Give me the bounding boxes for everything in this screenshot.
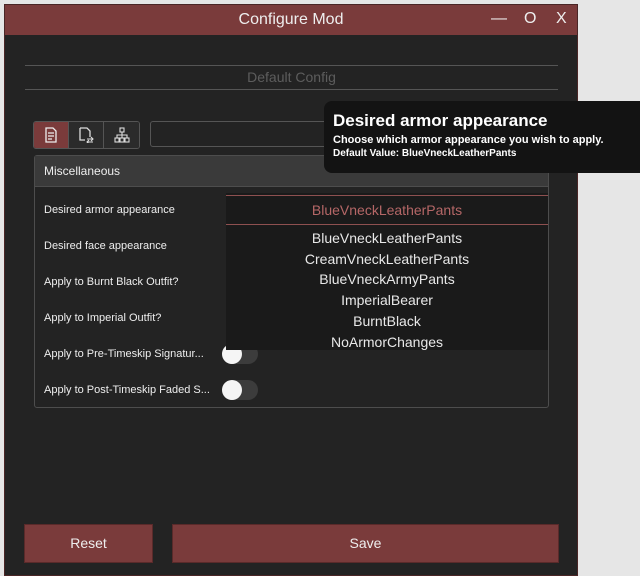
configure-mod-window: Configure Mod — O X Default Config Misce… [4, 4, 578, 576]
hierarchy-button[interactable] [104, 122, 139, 148]
title-bar[interactable]: Configure Mod — O X [5, 5, 577, 35]
row-label-post-timeskip: Apply to Post-Timeskip Faded S... [44, 384, 210, 396]
page-view-button[interactable] [34, 122, 69, 148]
section-divider-bottom [25, 89, 558, 90]
row-label-burnt-black: Apply to Burnt Black Outfit? [44, 276, 179, 288]
dropdown-selected-value[interactable]: BlueVneckLeatherPants [226, 195, 548, 225]
toggle-knob [222, 380, 242, 400]
tooltip-title: Desired armor appearance [333, 111, 548, 130]
hierarchy-icon [113, 127, 130, 143]
maximize-button[interactable]: O [524, 10, 536, 28]
dropdown-option[interactable]: CreamVneckLeatherPants [226, 249, 548, 270]
row-label-armor: Desired armor appearance [44, 204, 175, 216]
dropdown-option[interactable]: ImperialBearer [226, 290, 548, 311]
row-label-face: Desired face appearance [44, 240, 167, 252]
dropdown-option[interactable]: NoArmorChanges [226, 332, 548, 353]
tooltip-default-value: Default Value: BlueVneckLeatherPants [333, 148, 517, 159]
armor-appearance-dropdown[interactable]: BlueVneckLeatherPants BlueVneckLeatherPa… [226, 193, 548, 350]
minimize-button[interactable]: — [491, 10, 507, 28]
toggle-post-timeskip[interactable] [222, 380, 258, 400]
toolbar [33, 121, 140, 149]
section-title: Default Config [247, 69, 336, 85]
page-arrows-icon [79, 127, 94, 143]
dropdown-option[interactable]: BlueVneckArmyPants [226, 269, 548, 290]
page-icon [45, 127, 57, 143]
close-button[interactable]: X [556, 10, 567, 28]
row-label-pre-timeskip: Apply to Pre-Timeskip Signatur... [44, 348, 204, 360]
save-button[interactable]: Save [172, 524, 559, 563]
import-export-button[interactable] [69, 122, 104, 148]
reset-button[interactable]: Reset [24, 524, 153, 563]
section-divider-top [25, 65, 558, 66]
dropdown-option[interactable]: BurntBlack [226, 311, 548, 332]
tooltip-description: Choose which armor appearance you wish t… [333, 134, 604, 146]
row-label-imperial: Apply to Imperial Outfit? [44, 312, 162, 324]
tooltip: Desired armor appearance Choose which ar… [324, 101, 640, 173]
dropdown-options: BlueVneckLeatherPants CreamVneckLeatherP… [226, 225, 548, 352]
dropdown-option[interactable]: BlueVneckLeatherPants [226, 228, 548, 249]
